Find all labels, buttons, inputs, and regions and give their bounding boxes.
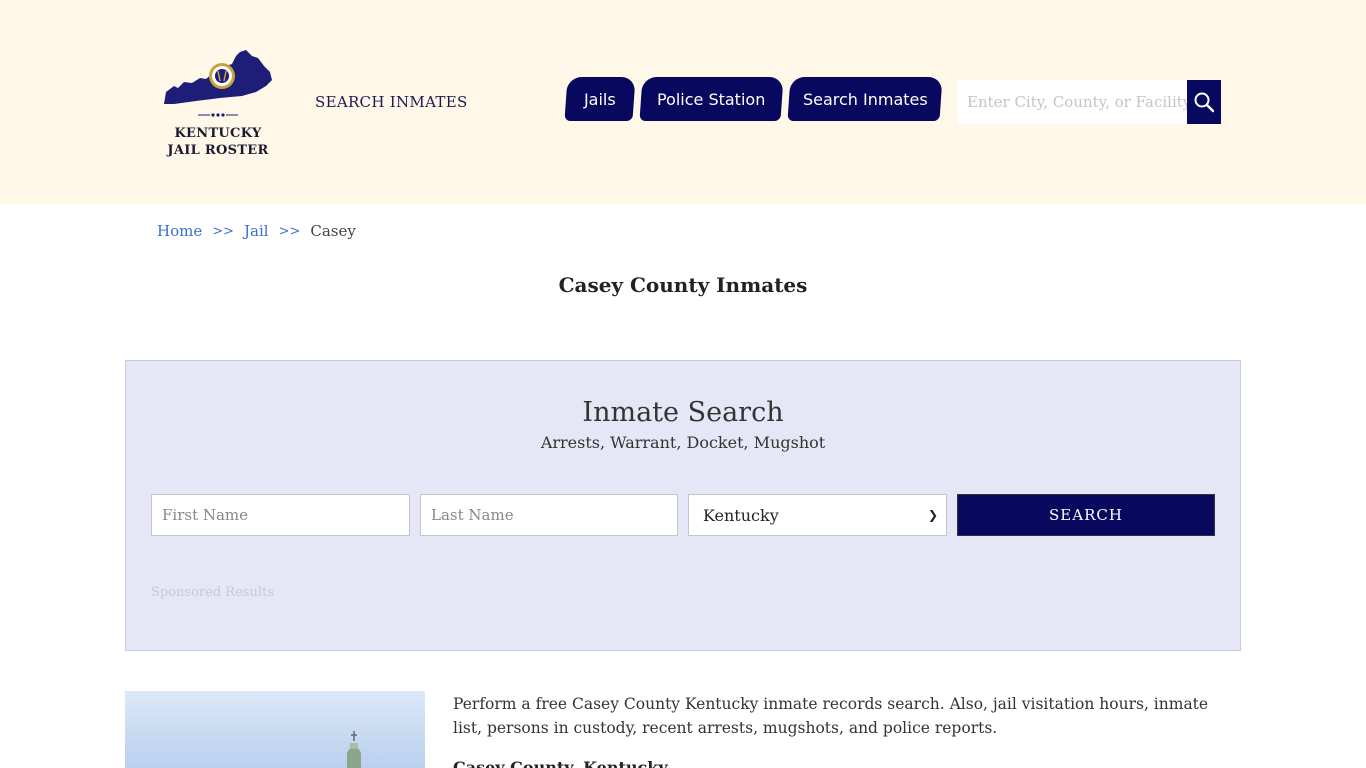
search-icon <box>1194 92 1215 113</box>
county-sub-heading: Casey County, Kentucky <box>453 758 668 768</box>
nav-police-station-label: Police Station <box>657 89 766 109</box>
inmate-search-button[interactable]: SEARCH <box>957 494 1215 536</box>
nav-jails-label: Jails <box>584 89 616 109</box>
first-name-input[interactable] <box>151 494 410 536</box>
inmate-search-title: Inmate Search <box>582 397 784 428</box>
nav-jails-button[interactable]: Jails <box>564 77 636 121</box>
page-title: Casey County Inmates <box>558 273 808 297</box>
breadcrumb-jail[interactable]: Jail <box>244 222 269 242</box>
logo-line-2: JAIL ROSTER <box>167 143 269 158</box>
chevron-down-icon: ❯ <box>927 508 938 522</box>
courthouse-dome-image <box>347 731 361 768</box>
state-select-value: Kentucky <box>703 505 779 525</box>
sponsored-results-label: Sponsored Results <box>151 585 274 600</box>
logo-line-1: KENTUCKY <box>174 126 262 141</box>
nav-search-inmates-button[interactable]: Search Inmates <box>787 77 943 121</box>
inmate-search-panel: Inmate Search Arrests, Warrant, Docket, … <box>125 360 1241 651</box>
state-select[interactable]: Kentucky ❯ <box>688 494 947 536</box>
kentucky-state-seal-icon <box>164 50 272 117</box>
county-courthouse-photo <box>125 691 425 768</box>
site-logo[interactable]: KENTUCKY JAIL ROSTER <box>160 46 276 162</box>
breadcrumb: Home >> Jail >> Casey <box>157 222 356 242</box>
breadcrumb-current: Casey <box>310 222 356 240</box>
last-name-input[interactable] <box>420 494 678 536</box>
search-inmates-link[interactable]: SEARCH INMATES <box>315 93 468 111</box>
nav-police-station-button[interactable]: Police Station <box>639 77 784 121</box>
breadcrumb-home[interactable]: Home <box>157 222 202 242</box>
intro-paragraph: Perform a free Casey County Kentucky inm… <box>453 695 1209 737</box>
site-header: KENTUCKY JAIL ROSTER SEARCH INMATES Jail… <box>0 0 1366 204</box>
facility-search-button[interactable] <box>1187 80 1221 124</box>
breadcrumb-separator: >> <box>212 224 235 239</box>
breadcrumb-separator: >> <box>278 224 301 239</box>
inmate-search-subtitle: Arrests, Warrant, Docket, Mugshot <box>540 433 826 452</box>
facility-search-input[interactable] <box>957 80 1187 124</box>
nav-search-inmates-label: Search Inmates <box>802 89 928 109</box>
logo-text: KENTUCKY JAIL ROSTER <box>160 125 276 159</box>
